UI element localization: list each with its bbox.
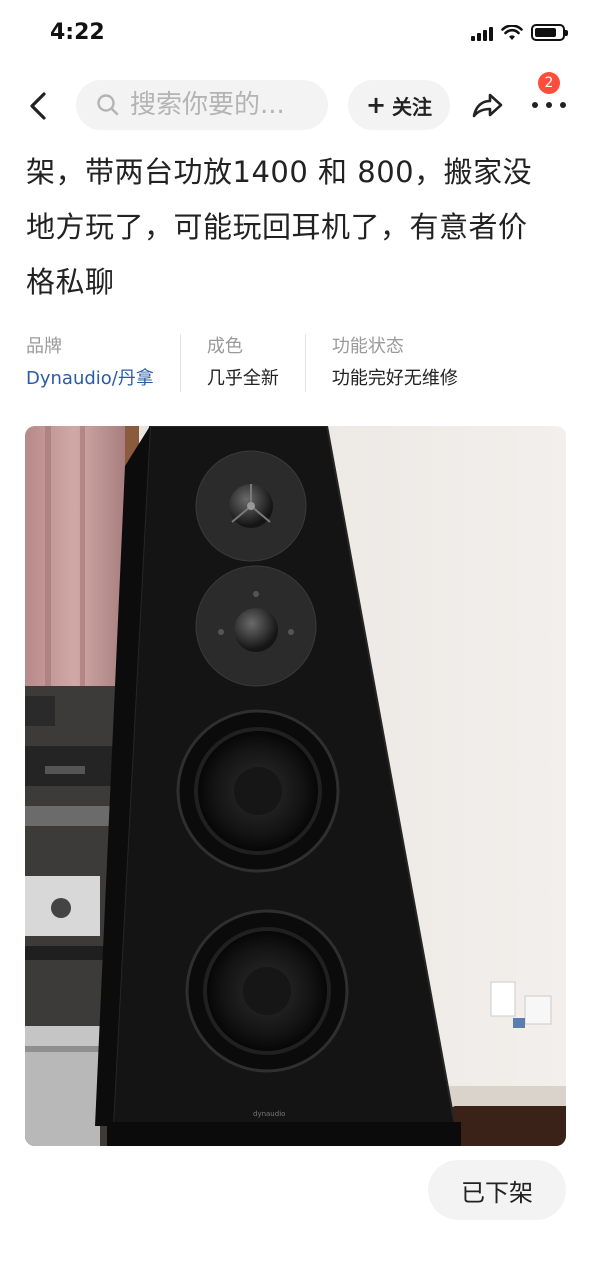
top-nav: + 关注 2 (0, 72, 591, 138)
status-bar: 4:22 (0, 0, 591, 70)
battery-icon (531, 24, 568, 41)
divider (179, 334, 181, 392)
brand-link[interactable]: Dynaudio/丹拿 (26, 364, 154, 390)
more-button[interactable]: 2 (528, 72, 572, 126)
description-line: 架，带两台功放1400 和 800，搬家没 (26, 155, 533, 189)
follow-label: 关注 (392, 94, 433, 119)
divider (304, 334, 306, 392)
item-description: 架，带两台功放1400 和 800，搬家没 地方玩了，可能玩回耳机了，有意者价 … (26, 145, 566, 310)
attr-brand: 品牌 Dynaudio/丹拿 (26, 328, 154, 396)
follow-button[interactable]: + 关注 (348, 80, 450, 130)
share-icon (472, 93, 503, 118)
attr-condition: 成色 几乎全新 (207, 328, 279, 396)
attr-function: 功能状态 功能完好无维修 (332, 328, 458, 396)
signal-icon (471, 25, 493, 41)
status-time: 4:22 (50, 20, 105, 45)
delisted-button[interactable]: 已下架 (428, 1160, 566, 1220)
search-bar[interactable] (76, 80, 328, 130)
attr-label: 品牌 (26, 336, 62, 357)
brand-mark: dynaudio (253, 1110, 285, 1118)
attr-value: 几乎全新 (206, 368, 279, 389)
more-dots-icon (532, 102, 566, 108)
attr-value: 功能完好无维修 (331, 368, 458, 389)
item-attributes: 品牌 Dynaudio/丹拿 成色 几乎全新 功能状态 功能完好无维修 (26, 328, 566, 400)
search-input[interactable] (130, 90, 320, 120)
plus-icon: + (365, 91, 387, 119)
attr-label: 成色 (206, 336, 243, 357)
attr-label: 功能状态 (331, 336, 404, 357)
notification-badge: 2 (538, 72, 560, 94)
back-button[interactable] (22, 86, 58, 126)
status-icons (471, 24, 568, 41)
wifi-icon (501, 24, 523, 40)
share-button[interactable] (466, 84, 508, 126)
description-line: 格私聊 (26, 265, 115, 299)
product-photo[interactable]: dynaudio (25, 426, 566, 1146)
search-icon (97, 94, 119, 116)
description-line: 地方玩了，可能玩回耳机了，有意者价 (26, 210, 528, 244)
chevron-left-icon (30, 92, 46, 120)
